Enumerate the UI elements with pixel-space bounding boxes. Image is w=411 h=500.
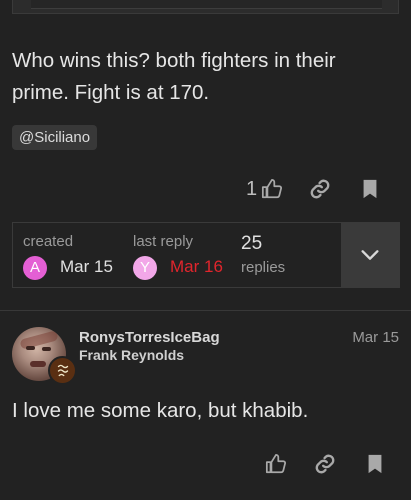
bookmark-icon[interactable] <box>358 177 382 201</box>
like-icon[interactable] <box>260 177 284 201</box>
bookmark-icon[interactable] <box>363 452 387 476</box>
topic-replies: 25 replies <box>241 223 331 287</box>
reply-actions-bar <box>264 449 387 479</box>
last-reply-date: Mar 16 <box>170 257 223 276</box>
creator-avatar[interactable]: A <box>23 256 47 280</box>
replies-count: 25 <box>241 233 263 254</box>
link-icon[interactable] <box>308 177 332 201</box>
post-author-username[interactable]: RonysTorresIceBag <box>79 329 220 346</box>
link-icon[interactable] <box>313 452 337 476</box>
topic-created[interactable]: created A Mar 15 <box>23 223 133 287</box>
like-count[interactable]: 1 <box>246 178 257 201</box>
last-reply-label: last reply <box>133 233 194 250</box>
post-body-text: Who wins this? both fighters in their pr… <box>12 49 336 104</box>
created-label: created <box>23 233 74 250</box>
user-mention-link[interactable]: @Siciliano <box>12 125 98 150</box>
embedded-content-frame <box>12 0 399 14</box>
post-date[interactable]: Mar 15 <box>352 329 399 346</box>
created-date: Mar 15 <box>60 257 113 276</box>
topic-map-expand-button[interactable] <box>341 223 399 287</box>
user-flair-icon <box>48 356 77 385</box>
replies-label: replies <box>241 259 286 276</box>
reply-body-text: I love me some karo, but khabib. <box>12 399 309 422</box>
like-icon[interactable] <box>264 452 288 476</box>
last-replier-avatar[interactable]: Y <box>133 256 157 280</box>
chevron-down-icon <box>361 250 379 260</box>
post-author-full-name: Frank Reynolds <box>79 347 185 363</box>
post-divider <box>0 310 411 311</box>
post-actions-bar: 1 <box>246 174 382 204</box>
topic-map: created A Mar 15 last reply Y Mar 16 25 … <box>12 222 400 288</box>
topic-last-reply[interactable]: last reply Y Mar 16 <box>133 223 243 287</box>
